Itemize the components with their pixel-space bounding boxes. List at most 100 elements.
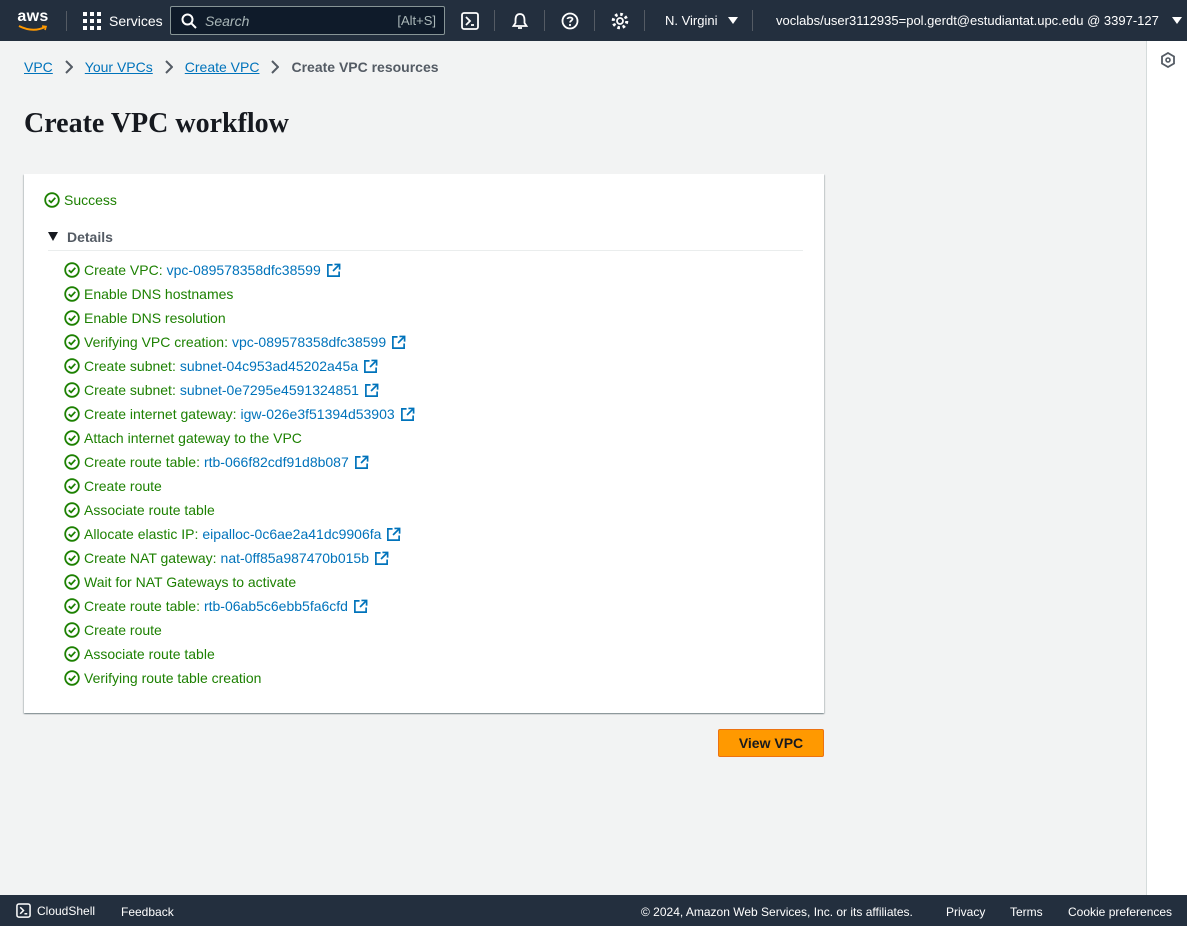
breadcrumb-create-vpc[interactable]: Create VPC [185,59,260,75]
resource-id-link[interactable]: subnet-0e7295e4591324851 [180,382,359,398]
step-label: Create VPC: [84,262,163,278]
step-label: Create internet gateway: [84,406,237,422]
step-label: Create subnet: [84,382,176,398]
search-shortcut-hint: [Alt+S] [397,13,436,28]
status-text: Success [64,192,117,208]
cloudshell-nav-button[interactable] [450,0,490,41]
step-label: Create NAT gateway: [84,550,217,566]
help-icon [561,12,579,29]
view-vpc-button[interactable]: View VPC [718,729,824,757]
breadcrumb: VPC Your VPCs Create VPC Create VPC reso… [24,59,439,75]
hexagon-info-icon[interactable] [1160,52,1176,68]
check-circle-icon [64,646,80,662]
grid-icon [83,11,101,30]
check-circle-icon [64,382,80,398]
resource-id-link[interactable]: rtb-06ab5c6ebb5fa6cfd [204,598,348,614]
aws-logo-text: aws [17,7,49,25]
workflow-step: Enable DNS resolution [64,306,415,330]
step-label: Create route table: [84,454,200,470]
terms-link[interactable]: Terms [1010,905,1043,919]
check-circle-icon [64,454,80,470]
account-menu[interactable]: voclabs/user3112935=pol.gerdt@estudianta… [776,0,1182,41]
breadcrumb-vpc[interactable]: VPC [24,59,53,75]
right-side-rail [1146,41,1187,895]
account-label: voclabs/user3112935=pol.gerdt@estudianta… [776,13,1159,28]
nav-divider [594,10,595,31]
settings-button[interactable] [600,0,640,41]
resource-id-link[interactable]: subnet-04c953ad45202a45a [180,358,358,374]
resource-id-link[interactable]: igw-026e3f51394d53903 [241,406,395,422]
workflow-step: Create subnet: subnet-0e7295e4591324851 [64,378,415,402]
external-link-icon[interactable] [363,359,378,374]
status-indicator: Success [44,192,117,208]
search-input[interactable] [205,12,398,29]
check-circle-icon [64,430,80,446]
details-expander[interactable]: Details [48,229,803,251]
chevron-right-icon [165,60,173,74]
check-circle-icon [64,502,80,518]
step-label: Create subnet: [84,358,176,374]
external-link-icon[interactable] [353,599,368,614]
external-link-icon[interactable] [391,335,406,350]
workflow-step: Create route table: rtb-06ab5c6ebb5fa6cfd [64,594,415,618]
chevron-right-icon [271,60,280,74]
page-title: Create VPC workflow [24,108,289,139]
check-circle-icon [64,526,80,542]
aws-logo[interactable]: aws [0,0,66,41]
workflow-result-card: Success Details Create VPC: vpc-089578358… [24,174,824,713]
cookie-preferences-link[interactable]: Cookie preferences [1068,905,1172,919]
breadcrumb-current: Create VPC resources [291,59,439,75]
resource-id-link[interactable]: nat-0ff85a987470b015b [221,550,369,566]
check-circle-icon [64,406,80,422]
workflow-step: Verifying route table creation [64,666,415,690]
region-selector[interactable]: N. Virgini [665,0,738,41]
cloudshell-label: CloudShell [37,903,96,918]
search-icon [181,13,197,29]
notifications-button[interactable] [500,0,540,41]
workflow-step: Create subnet: subnet-04c953ad45202a45a [64,354,415,378]
footer: CloudShell Feedback © 2024, Amazon Web S… [0,895,1187,926]
gear-icon [611,12,629,29]
resource-id-link[interactable]: vpc-089578358dfc38599 [167,262,321,278]
check-circle-icon [64,262,80,278]
caret-down-icon [48,232,58,241]
step-label: Enable DNS resolution [84,310,226,326]
services-menu-button[interactable]: Services [67,0,177,41]
workflow-step: Create route [64,618,415,642]
breadcrumb-your-vpcs[interactable]: Your VPCs [85,59,153,75]
step-label: Attach internet gateway to the VPC [84,430,302,446]
chevron-right-icon [65,60,73,74]
resource-id-link[interactable]: eipalloc-0c6ae2a41dc9906fa [202,526,381,542]
workflow-step: Verifying VPC creation: vpc-089578358dfc3… [64,330,415,354]
search-box[interactable]: [Alt+S] [170,6,445,35]
feedback-link[interactable]: Feedback [121,905,174,919]
region-label: N. Virgini [665,13,718,28]
check-circle-icon [64,550,80,566]
help-button[interactable] [550,0,590,41]
workflow-step: Create NAT gateway: nat-0ff85a987470b015b [64,546,415,570]
resource-id-link[interactable]: vpc-089578358dfc38599 [232,334,386,350]
aws-smile-icon [18,24,48,31]
bell-icon [511,12,529,29]
step-label: Create route [84,478,162,494]
external-link-icon[interactable] [374,551,389,566]
check-circle-icon [44,192,60,208]
privacy-link[interactable]: Privacy [946,905,985,919]
cloudshell-button[interactable]: CloudShell [16,903,95,918]
workflow-step: Enable DNS hostnames [64,282,415,306]
step-label: Create route table: [84,598,200,614]
external-link-icon[interactable] [326,263,341,278]
check-circle-icon [64,574,80,590]
check-circle-icon [64,478,80,494]
resource-id-link[interactable]: rtb-066f82cdf91d8b087 [204,454,349,470]
external-link-icon[interactable] [386,527,401,542]
step-label: Enable DNS hostnames [84,286,234,302]
nav-divider [752,10,753,31]
external-link-icon[interactable] [354,455,369,470]
external-link-icon[interactable] [400,407,415,422]
workflow-step: Allocate elastic IP: eipalloc-0c6ae2a41dc… [64,522,415,546]
workflow-step: Associate route table [64,498,415,522]
external-link-icon[interactable] [364,383,379,398]
services-label: Services [109,12,163,29]
details-label: Details [67,228,113,245]
